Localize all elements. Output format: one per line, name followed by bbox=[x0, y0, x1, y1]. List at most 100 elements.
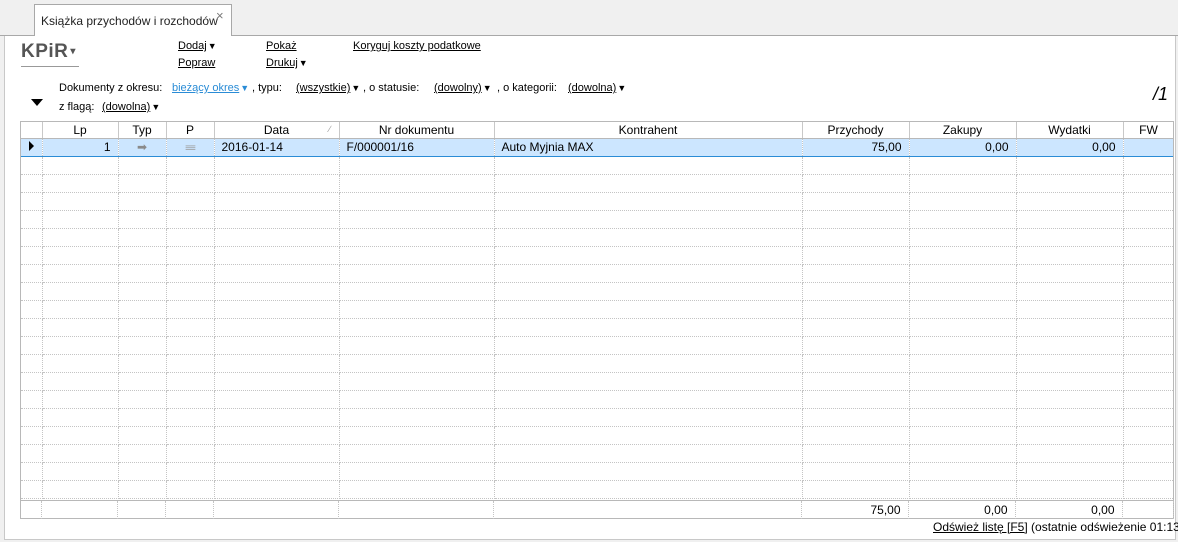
empty-cell bbox=[118, 462, 167, 481]
show-button[interactable]: Pokaż bbox=[266, 40, 297, 52]
empty-cell bbox=[339, 336, 495, 355]
column-header-wydatki[interactable]: Wydatki bbox=[1016, 122, 1124, 139]
empty-row bbox=[21, 354, 1173, 373]
empty-cell bbox=[1016, 480, 1124, 499]
period-filter[interactable]: bieżący okres▼ bbox=[172, 82, 249, 94]
empty-cell bbox=[21, 462, 43, 481]
flag-value: (dowolna) bbox=[102, 101, 151, 113]
cell-nr-dokumentu[interactable]: F/000001/16 bbox=[339, 137, 495, 157]
cell-data[interactable]: 2016-01-14 bbox=[214, 137, 340, 157]
empty-cell bbox=[802, 390, 910, 409]
column-header-data[interactable]: Data ∕ bbox=[214, 122, 340, 139]
empty-cell bbox=[909, 354, 1017, 373]
close-icon[interactable]: × bbox=[216, 8, 224, 23]
cell-fw[interactable] bbox=[1123, 137, 1173, 157]
flag-filter[interactable]: (dowolna)▼ bbox=[102, 101, 160, 113]
column-header-przychody[interactable]: Przychody bbox=[802, 122, 910, 139]
cell-wydatki[interactable]: 0,00 bbox=[1016, 137, 1124, 157]
empty-cell bbox=[802, 228, 910, 247]
empty-cell bbox=[909, 426, 1017, 445]
flag-label: z flagą: bbox=[59, 101, 95, 113]
totals-cell bbox=[338, 501, 494, 519]
type-filter[interactable]: (wszystkie)▼ bbox=[296, 82, 360, 94]
cell-lp[interactable]: 1 bbox=[42, 137, 119, 157]
empty-cell bbox=[1016, 426, 1124, 445]
column-header-zakupy[interactable]: Zakupy bbox=[909, 122, 1017, 139]
empty-row bbox=[21, 390, 1173, 409]
empty-cell bbox=[21, 444, 43, 463]
empty-row bbox=[21, 264, 1173, 283]
cell-kontrahent[interactable]: Auto Myjnia MAX bbox=[494, 137, 803, 157]
empty-cell bbox=[166, 444, 215, 463]
empty-cell bbox=[1016, 336, 1124, 355]
empty-cell bbox=[214, 174, 340, 193]
edit-button[interactable]: Popraw bbox=[178, 57, 215, 69]
correct-tax-costs-button[interactable]: Koryguj koszty podatkowe bbox=[353, 40, 481, 52]
column-header-fw[interactable]: FW bbox=[1123, 122, 1173, 139]
column-header-typ[interactable]: Typ bbox=[118, 122, 167, 139]
table-row[interactable]: 1 ➡ ≡≡ 2016-01-14 F/000001/16 Auto Myjni… bbox=[21, 137, 1173, 157]
empty-cell bbox=[1123, 300, 1173, 319]
dropdown-icon: ▼ bbox=[151, 102, 161, 112]
empty-cell bbox=[339, 174, 495, 193]
empty-cell bbox=[214, 444, 340, 463]
tab-kpir[interactable]: Książka przychodów i rozchodów × bbox=[34, 4, 232, 37]
column-header-p[interactable]: P bbox=[166, 122, 215, 139]
empty-row bbox=[21, 228, 1173, 247]
empty-cell bbox=[166, 174, 215, 193]
cell-przychody[interactable]: 75,00 bbox=[802, 137, 910, 157]
collapse-filters-icon[interactable] bbox=[31, 99, 43, 106]
empty-cell bbox=[1123, 354, 1173, 373]
cell-p[interactable]: ≡≡ bbox=[166, 137, 215, 157]
status-label: , o statusie: bbox=[363, 82, 420, 94]
row-indicator-header bbox=[21, 122, 43, 139]
empty-cell bbox=[118, 174, 167, 193]
empty-row bbox=[21, 444, 1173, 463]
empty-cell bbox=[339, 354, 495, 373]
category-filter[interactable]: (dowolna)▼ bbox=[568, 82, 626, 94]
cell-zakupy[interactable]: 0,00 bbox=[909, 137, 1017, 157]
refresh-link[interactable]: Odśwież listę [F5] bbox=[933, 520, 1028, 534]
column-header-nr-dokumentu[interactable]: Nr dokumentu bbox=[339, 122, 495, 139]
empty-cell bbox=[214, 480, 340, 499]
cell-typ[interactable]: ➡ bbox=[118, 137, 167, 157]
kpir-menu-button[interactable]: KPiR ▾ bbox=[21, 41, 76, 63]
empty-cell bbox=[42, 264, 119, 283]
empty-cell bbox=[1016, 210, 1124, 229]
empty-cell bbox=[339, 462, 495, 481]
empty-cell bbox=[118, 282, 167, 301]
column-header-lp[interactable]: Lp bbox=[42, 122, 119, 139]
status-filter[interactable]: (dowolny)▼ bbox=[434, 82, 492, 94]
empty-cell bbox=[909, 372, 1017, 391]
empty-cell bbox=[1123, 408, 1173, 427]
empty-cell bbox=[118, 426, 167, 445]
empty-row bbox=[21, 210, 1173, 229]
empty-cell bbox=[339, 264, 495, 283]
print-button[interactable]: Drukuj▼ bbox=[266, 57, 308, 69]
empty-cell bbox=[1123, 210, 1173, 229]
empty-cell bbox=[909, 444, 1017, 463]
add-button[interactable]: Dodaj▼ bbox=[178, 40, 217, 52]
empty-cell bbox=[42, 246, 119, 265]
empty-cell bbox=[1123, 192, 1173, 211]
empty-cell bbox=[166, 426, 215, 445]
empty-cell bbox=[118, 228, 167, 247]
empty-cell bbox=[1016, 462, 1124, 481]
empty-cell bbox=[21, 480, 43, 499]
empty-cell bbox=[909, 192, 1017, 211]
document-icon: ≡≡ bbox=[185, 143, 196, 154]
empty-row bbox=[21, 246, 1173, 265]
empty-cell bbox=[214, 426, 340, 445]
empty-cell bbox=[1123, 336, 1173, 355]
column-header-data-label: Data bbox=[263, 122, 290, 137]
empty-cell bbox=[42, 426, 119, 445]
type-value: (wszystkie) bbox=[296, 82, 351, 94]
empty-cell bbox=[494, 318, 803, 337]
total-wydatki: 0,00 bbox=[1015, 501, 1123, 519]
empty-cell bbox=[42, 174, 119, 193]
add-label: Dodaj bbox=[178, 40, 207, 52]
empty-cell bbox=[1016, 354, 1124, 373]
column-header-kontrahent[interactable]: Kontrahent bbox=[494, 122, 803, 139]
empty-cell bbox=[42, 354, 119, 373]
empty-cell bbox=[802, 480, 910, 499]
